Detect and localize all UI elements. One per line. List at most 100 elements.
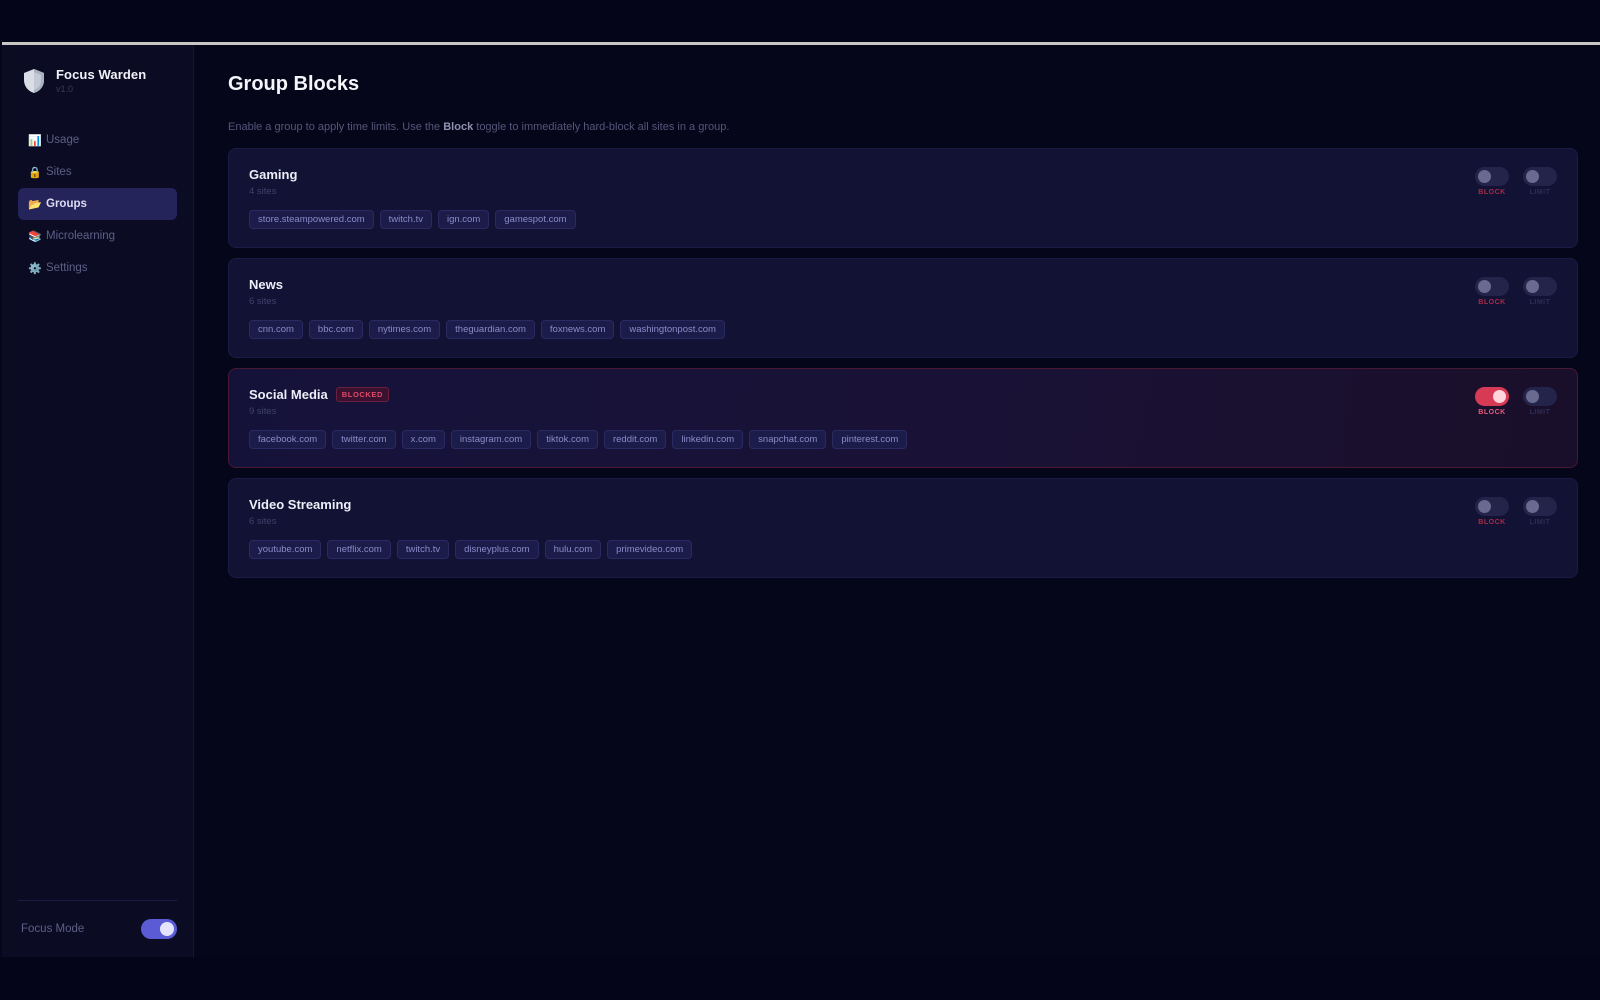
- site-chip[interactable]: twitter.com: [332, 430, 396, 449]
- site-chip[interactable]: linkedin.com: [672, 430, 744, 449]
- site-chip[interactable]: netflix.com: [327, 540, 391, 559]
- block-toggle[interactable]: [1475, 387, 1509, 406]
- site-chip-list: youtube.com netflix.com twitch.tv disney…: [249, 540, 1557, 559]
- description-text: toggle to immediately hard-block all sit…: [473, 121, 730, 133]
- page-description: Enable a group to apply time limits. Use…: [228, 118, 738, 136]
- gear-icon: ⚙️: [28, 262, 42, 275]
- folder-icon: 📂: [28, 198, 42, 211]
- site-chip[interactable]: youtube.com: [249, 540, 322, 559]
- chart-icon: 📊: [28, 134, 42, 147]
- sidebar-item-label: Sites: [46, 166, 72, 178]
- site-chip[interactable]: facebook.com: [249, 430, 327, 449]
- group-header: News: [249, 277, 1557, 292]
- limit-control: LIMIT: [1523, 277, 1557, 306]
- site-chip[interactable]: hulu.com: [544, 540, 602, 559]
- site-chip[interactable]: gamespot.com: [495, 210, 576, 229]
- site-chip-list: facebook.com twitter.com x.com instagram…: [249, 430, 1557, 449]
- group-controls: BLOCK LIMIT: [1475, 167, 1557, 196]
- block-toggle[interactable]: [1475, 277, 1509, 296]
- group-list: Gaming 4 sites store.steampowered.com tw…: [228, 148, 1578, 578]
- limit-label: LIMIT: [1529, 409, 1551, 416]
- focus-mode-label: Focus Mode: [21, 923, 85, 935]
- block-control: BLOCK: [1475, 387, 1509, 416]
- site-chip[interactable]: tiktok.com: [537, 430, 598, 449]
- limit-toggle[interactable]: [1523, 387, 1557, 406]
- sidebar-item-groups[interactable]: 📂 Groups: [18, 188, 177, 220]
- limit-control: LIMIT: [1523, 387, 1557, 416]
- site-chip[interactable]: instagram.com: [450, 430, 532, 449]
- site-chip[interactable]: twitch.tv: [396, 540, 450, 559]
- sidebar-item-sites[interactable]: 🔒 Sites: [18, 156, 177, 188]
- toggle-knob: [1526, 500, 1539, 513]
- limit-toggle[interactable]: [1523, 167, 1557, 186]
- block-control: BLOCK: [1475, 167, 1509, 196]
- toggle-knob: [1478, 170, 1491, 183]
- site-chip[interactable]: twitch.tv: [379, 210, 432, 229]
- app-version: v1.0: [56, 84, 74, 94]
- site-chip[interactable]: foxnews.com: [540, 320, 615, 339]
- group-title: Gaming: [249, 167, 298, 182]
- toggle-knob: [1478, 280, 1491, 293]
- focus-mode-toggle[interactable]: [141, 919, 177, 939]
- sidebar-item-microlearning[interactable]: 📚 Microlearning: [18, 220, 177, 252]
- limit-toggle[interactable]: [1523, 497, 1557, 516]
- group-controls: BLOCK LIMIT: [1475, 387, 1557, 416]
- site-chip[interactable]: bbc.com: [308, 320, 363, 339]
- sidebar-item-usage[interactable]: 📊 Usage: [18, 124, 177, 156]
- site-chip[interactable]: reddit.com: [603, 430, 667, 449]
- lock-icon: 🔒: [28, 166, 42, 179]
- limit-control: LIMIT: [1523, 167, 1557, 196]
- group-header: Video Streaming: [249, 497, 1557, 512]
- block-toggle[interactable]: [1475, 497, 1509, 516]
- toggle-knob: [1526, 280, 1539, 293]
- site-chip[interactable]: store.steampowered.com: [249, 210, 374, 229]
- block-control: BLOCK: [1475, 497, 1509, 526]
- site-chip[interactable]: nytimes.com: [368, 320, 441, 339]
- site-chip[interactable]: cnn.com: [249, 320, 303, 339]
- sidebar-nav: 📊 Usage 🔒 Sites 📂 Groups 📚 Microlearning…: [18, 124, 177, 284]
- sidebar-item-label: Groups: [46, 198, 87, 210]
- brand: Focus Warden v1.0: [18, 67, 177, 94]
- toggle-knob: [1526, 390, 1539, 403]
- toggle-knob: [1493, 390, 1506, 403]
- site-chip[interactable]: x.com: [401, 430, 445, 449]
- sidebar-item-label: Settings: [46, 262, 88, 274]
- site-chip[interactable]: washingtonpost.com: [620, 320, 725, 339]
- block-label: BLOCK: [1478, 519, 1506, 526]
- app-window: Focus Warden v1.0 📊 Usage 🔒 Sites 📂 Grou…: [2, 45, 1600, 957]
- group-title: Video Streaming: [249, 497, 352, 512]
- site-chip[interactable]: ign.com: [437, 210, 490, 229]
- toggle-knob: [1478, 500, 1491, 513]
- sidebar-item-settings[interactable]: ⚙️ Settings: [18, 252, 177, 284]
- site-chip[interactable]: primevideo.com: [607, 540, 693, 559]
- site-chip[interactable]: disneyplus.com: [455, 540, 539, 559]
- site-chip[interactable]: snapchat.com: [749, 430, 827, 449]
- limit-control: LIMIT: [1523, 497, 1557, 526]
- block-control: BLOCK: [1475, 277, 1509, 306]
- window-top-bar: [0, 0, 1600, 44]
- site-chip[interactable]: theguardian.com: [446, 320, 535, 339]
- group-title: News: [249, 277, 283, 292]
- group-card-social-media: Social Media BLOCKED 9 sites facebook.co…: [228, 368, 1578, 468]
- blocked-badge: BLOCKED: [335, 387, 390, 402]
- main-content: Group Blocks Enable a group to apply tim…: [194, 45, 1600, 957]
- sidebar-footer: Focus Mode: [18, 900, 177, 939]
- block-label: BLOCK: [1478, 299, 1506, 306]
- site-chip[interactable]: pinterest.com: [832, 430, 908, 449]
- site-chip-list: cnn.com bbc.com nytimes.com theguardian.…: [249, 320, 1557, 339]
- toggle-knob: [1526, 170, 1539, 183]
- group-controls: BLOCK LIMIT: [1475, 497, 1557, 526]
- limit-label: LIMIT: [1529, 519, 1551, 526]
- app-name: Focus Warden: [56, 67, 147, 82]
- block-label: BLOCK: [1478, 409, 1506, 416]
- group-site-count: 4 sites: [249, 186, 277, 197]
- site-chip-list: store.steampowered.com twitch.tv ign.com…: [249, 210, 1557, 229]
- group-header: Social Media BLOCKED: [249, 387, 1557, 402]
- page-title: Group Blocks: [228, 73, 360, 95]
- sidebar-item-label: Microlearning: [46, 230, 116, 242]
- block-toggle[interactable]: [1475, 167, 1509, 186]
- window-bottom-bar: [0, 957, 1600, 1000]
- limit-toggle[interactable]: [1523, 277, 1557, 296]
- limit-label: LIMIT: [1529, 189, 1551, 196]
- group-controls: BLOCK LIMIT: [1475, 277, 1557, 306]
